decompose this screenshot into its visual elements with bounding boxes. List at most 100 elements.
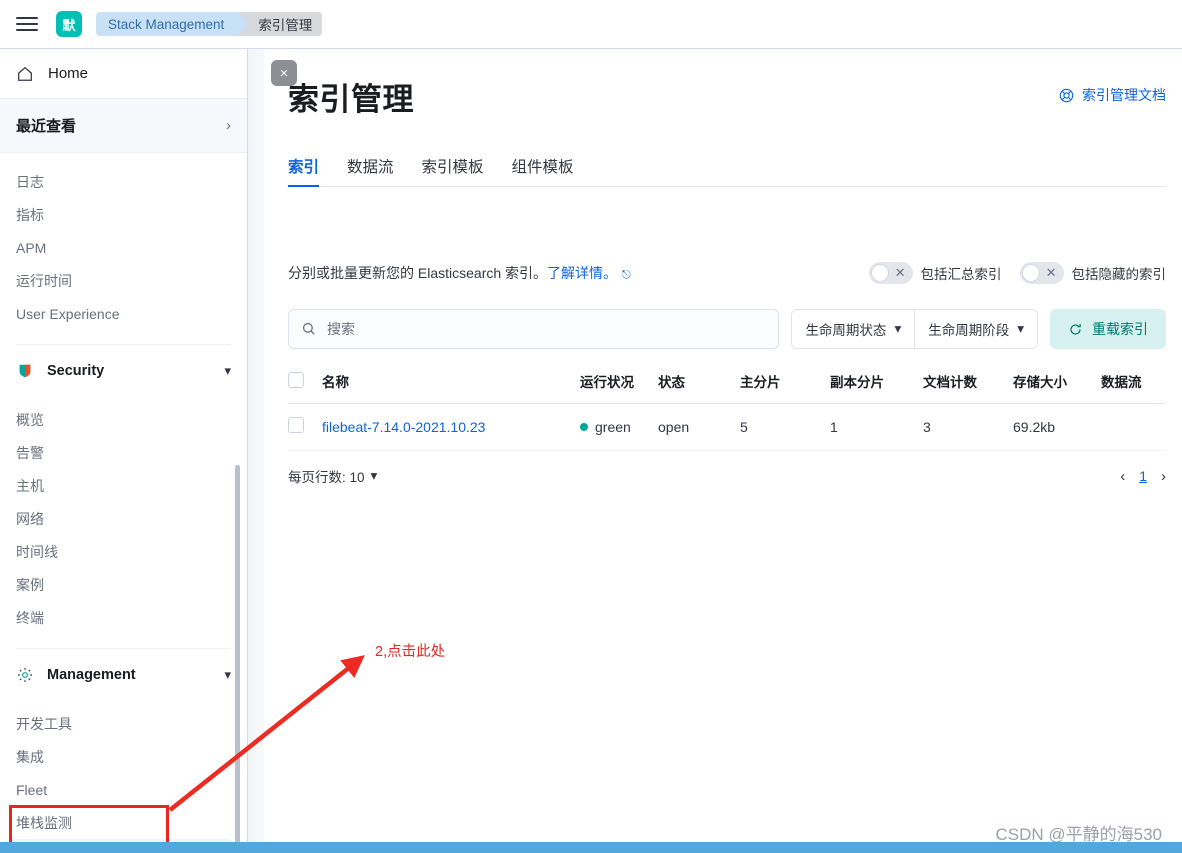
sidebar-item-alerts[interactable]: 告警 (0, 436, 247, 469)
status-dot-green (580, 422, 588, 431)
sidebar-recent-list: 日志 指标 APM 运行时间 User Experience (0, 153, 247, 334)
toggle-label: 包括汇总索引 (920, 267, 1002, 282)
chevron-down-icon: ▾ (370, 468, 378, 483)
help-lifebuoy-icon (1059, 88, 1074, 102)
cell-storage-size: 69.2kb (1013, 403, 1101, 451)
content-pane: × 索引管理 索引管理文档 索引 数据流 索引模板 组件模板 分别或批量更新您的… (264, 49, 1182, 853)
switch-knob (870, 264, 889, 282)
row-select-cell (288, 403, 322, 451)
search-icon (302, 322, 315, 335)
column-header-name[interactable]: 名称 (322, 363, 580, 404)
sidebar-section-recent[interactable]: 最近查看 › (0, 99, 247, 153)
sidebar-item-home[interactable]: Home (0, 49, 247, 99)
external-link-icon: ⎋ (622, 269, 631, 281)
chevron-right-icon[interactable]: › (1161, 468, 1166, 485)
cell-status: open (658, 403, 740, 451)
learn-more-link[interactable]: 了解详情。 (547, 265, 617, 281)
sidebar-item-overview[interactable]: 概览 (0, 403, 247, 436)
cell-replicas: 1 (830, 403, 923, 451)
tab-indices[interactable]: 索引 (288, 155, 320, 187)
sidebar-group-security[interactable]: Security ▾ (0, 351, 247, 391)
switch-track: ✕ (1019, 262, 1064, 284)
column-header-storage-size[interactable]: 存储大小 (1013, 363, 1101, 404)
column-header-primaries[interactable]: 主分片 (740, 363, 830, 404)
gear-icon (17, 667, 33, 683)
chevron-left-icon[interactable]: ‹ (1120, 468, 1125, 485)
sidebar-item-apm[interactable]: APM (0, 231, 247, 264)
page-controls: ‹ 1 › (1120, 468, 1166, 485)
table-body: filebeat-7.14.0-2021.10.23 green open 5 … (288, 403, 1166, 451)
sidebar-divider-1 (16, 344, 231, 345)
close-icon: ✕ (894, 265, 906, 280)
tab-component-templates[interactable]: 组件模板 (512, 155, 574, 186)
filter-lifecycle-phase[interactable]: 生命周期阶段 ▾ (914, 310, 1037, 348)
column-header-health[interactable]: 运行状况 (580, 363, 658, 404)
filter-group: 生命周期状态 ▾ 生命周期阶段 ▾ (791, 309, 1038, 349)
sidebar-item-fleet[interactable]: Fleet (0, 773, 247, 806)
sidebar-security-label: Security (47, 363, 105, 379)
index-name-link[interactable]: filebeat-7.14.0-2021.10.23 (322, 419, 485, 435)
sidebar-item-user-experience[interactable]: User Experience (0, 297, 247, 330)
switch-knob (1021, 264, 1040, 282)
documentation-link[interactable]: 索引管理文档 (1058, 85, 1166, 105)
sidebar-management-label: Management (47, 667, 136, 683)
breadcrumb-item-stack-management[interactable]: Stack Management (96, 12, 250, 36)
sidebar-item-cases[interactable]: 案例 (0, 568, 247, 601)
main-content: × 索引管理 索引管理文档 索引 数据流 索引模板 组件模板 分别或批量更新您的… (248, 49, 1182, 853)
bottom-accent-bar (0, 842, 1182, 853)
chevron-down-icon: ▾ (894, 321, 902, 336)
sidebar-nav: Home 最近查看 › 日志 指标 APM 运行时间 User Experien… (0, 49, 248, 853)
sidebar-security-list: 概览 告警 主机 网络 时间线 案例 终端 (0, 391, 247, 638)
tab-data-streams[interactable]: 数据流 (347, 155, 394, 186)
sidebar-item-timelines[interactable]: 时间线 (0, 535, 247, 568)
filter-label: 生命周期阶段 (928, 323, 1010, 338)
cell-docs-count: 3 (923, 403, 1013, 451)
reload-indices-button[interactable]: 重载索引 (1050, 309, 1166, 349)
tab-index-templates[interactable]: 索引模板 (422, 155, 484, 186)
sidebar-scrollbar[interactable] (235, 465, 240, 853)
select-all-header (288, 363, 322, 404)
cell-data-stream (1101, 403, 1166, 451)
sidebar-item-integrations[interactable]: 集成 (0, 740, 247, 773)
select-all-checkbox[interactable] (288, 371, 304, 388)
close-icon[interactable]: × (271, 60, 297, 86)
page-number-1[interactable]: 1 (1139, 468, 1147, 484)
chevron-down-icon: ▾ (224, 363, 231, 378)
toggle-include-hidden-indices[interactable]: ✕ 包括隐藏的索引 (1019, 262, 1167, 284)
close-icon: ✕ (1045, 265, 1057, 280)
rows-per-page-selector[interactable]: 每页行数: 10 ▾ (288, 466, 377, 486)
pagination-bar: 每页行数: 10 ▾ ‹ 1 › (288, 462, 1166, 490)
hamburger-menu-icon[interactable] (16, 11, 42, 37)
search-box[interactable] (288, 309, 780, 349)
sidebar-item-endpoints[interactable]: 终端 (0, 601, 247, 634)
search-input[interactable] (327, 321, 767, 337)
description-prefix: 分别或批量更新您的 Elasticsearch 索引。 (288, 265, 548, 281)
sidebar-group-management[interactable]: Management ▾ (0, 655, 247, 695)
breadcrumb-item-index-management[interactable]: 索引管理 (238, 12, 323, 36)
reload-button-label: 重载索引 (1092, 321, 1148, 337)
tab-bar: 索引 数据流 索引模板 组件模板 (288, 147, 1166, 187)
sidebar-item-network[interactable]: 网络 (0, 502, 247, 535)
table-header-row: 名称 运行状况 状态 主分片 副本分片 文档计数 存储大小 数据流 (288, 363, 1166, 404)
space-avatar-badge[interactable]: 默 (56, 11, 82, 37)
column-header-docs-count[interactable]: 文档计数 (923, 363, 1013, 404)
toggle-include-rollup-indices[interactable]: ✕ 包括汇总索引 (868, 262, 1002, 284)
security-shield-icon (19, 364, 31, 378)
sidebar-item-hosts[interactable]: 主机 (0, 469, 247, 502)
column-header-data-stream[interactable]: 数据流 (1101, 363, 1166, 404)
cell-index-name: filebeat-7.14.0-2021.10.23 (322, 403, 580, 451)
column-header-status[interactable]: 状态 (658, 363, 740, 404)
description-row: 分别或批量更新您的 Elasticsearch 索引。了解详情。 ⎋ ✕ 包括汇总… (288, 261, 1166, 285)
table-row[interactable]: filebeat-7.14.0-2021.10.23 green open 5 … (288, 403, 1166, 451)
toggle-label: 包括隐藏的索引 (1071, 267, 1167, 282)
documentation-link-label: 索引管理文档 (1082, 87, 1166, 103)
column-header-replicas[interactable]: 副本分片 (830, 363, 923, 404)
home-icon (18, 66, 32, 81)
sidebar-item-dev-tools[interactable]: 开发工具 (0, 707, 247, 740)
sidebar-item-logs[interactable]: 日志 (0, 165, 247, 198)
sidebar-item-uptime[interactable]: 运行时间 (0, 264, 247, 297)
sidebar-item-metrics[interactable]: 指标 (0, 198, 247, 231)
top-header-bar: 默 Stack Management 索引管理 (0, 0, 1182, 49)
filter-lifecycle-status[interactable]: 生命周期状态 ▾ (792, 310, 915, 348)
row-checkbox[interactable] (288, 417, 304, 433)
